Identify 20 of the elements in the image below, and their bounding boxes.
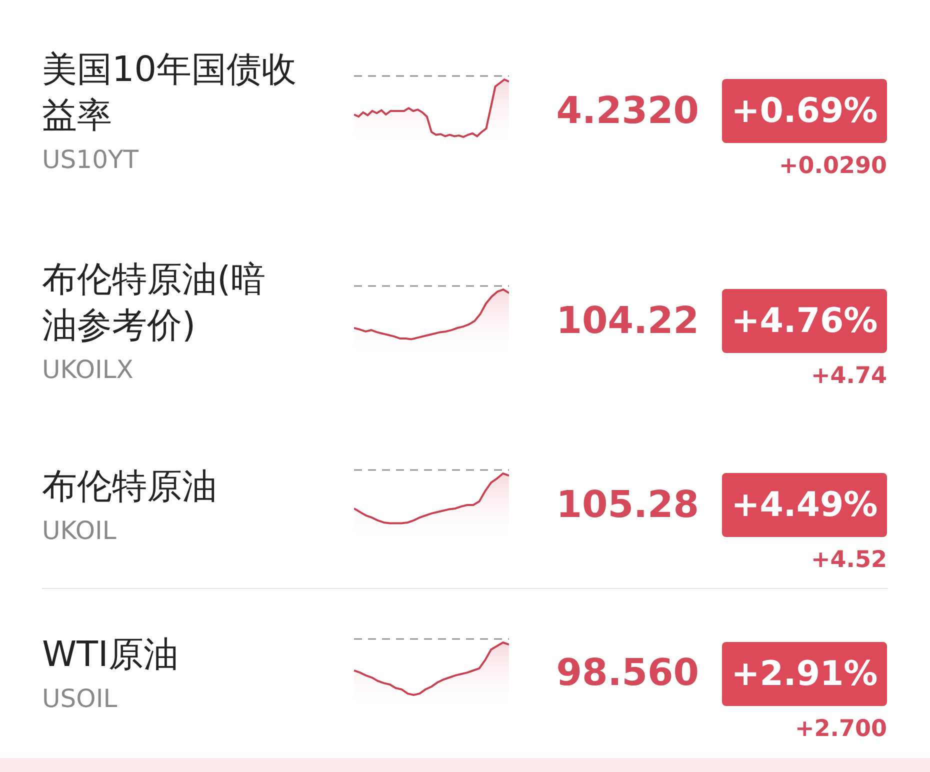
instrument-symbol: UKOIL xyxy=(42,516,118,544)
change-percent-badge: +4.49% xyxy=(722,473,887,537)
instrument-symbol: US10YT xyxy=(42,144,140,174)
change-percent-badge: +0.69% xyxy=(722,79,887,143)
change-value: +4.74 xyxy=(810,363,887,389)
change-value: +0.0290 xyxy=(778,153,887,179)
instrument-name: 美国10年国债收益率 xyxy=(42,48,297,138)
price-value: 105.28 xyxy=(555,482,699,526)
instrument-symbol: USOIL xyxy=(42,684,118,713)
price-value: 98.560 xyxy=(555,651,699,694)
instrument-symbol: UKOILX xyxy=(42,354,134,384)
instrument-name: WTI原油 xyxy=(42,634,180,677)
instrument-name: 布伦特原油(暗油参考价) xyxy=(42,258,267,348)
price-value: 4.2320 xyxy=(555,88,699,132)
change-percent-badge: +2.91% xyxy=(722,642,887,706)
change-percent-badge: +4.76% xyxy=(722,289,887,353)
change-value: +2.700 xyxy=(794,716,887,742)
instrument-name: 布伦特原油 xyxy=(42,466,218,508)
price-value: 104.22 xyxy=(555,298,699,342)
change-value: +4.52 xyxy=(810,547,887,573)
